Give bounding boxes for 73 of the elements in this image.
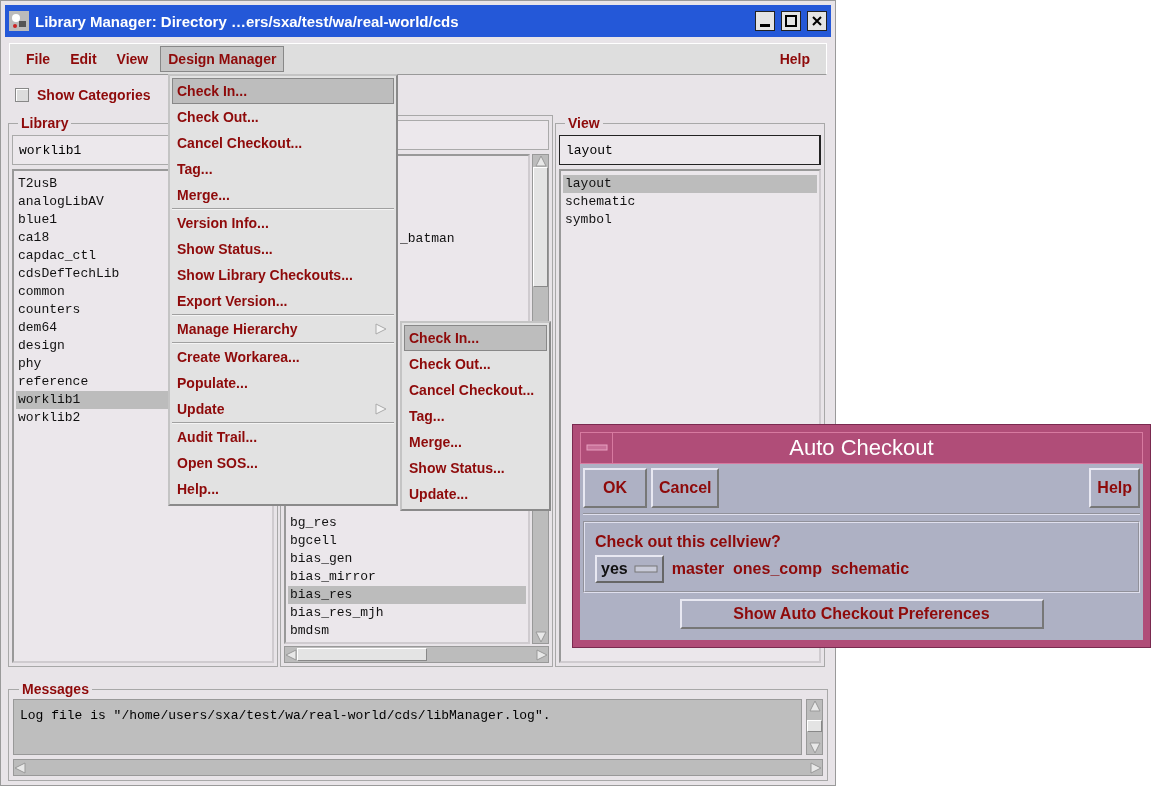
horizontal-scrollbar[interactable] — [13, 759, 823, 776]
horizontal-scrollbar[interactable] — [284, 646, 549, 663]
panel-title: View — [567, 115, 601, 131]
menu-title[interactable]: Help — [771, 46, 818, 72]
list-item[interactable]: bias_res_mjh — [288, 604, 526, 622]
panel-title: Messages — [21, 681, 90, 697]
dialog-title: Auto Checkout — [788, 435, 935, 461]
scroll-down-arrow-icon[interactable] — [534, 631, 547, 643]
list-item[interactable]: layout — [563, 175, 817, 193]
question-text: Check out this cellview? — [595, 533, 782, 551]
close-button[interactable] — [807, 11, 827, 31]
window-title: Library Manager: Directory …ers/sxa/test/wa/real-world/cds — [35, 12, 460, 30]
menu-item[interactable]: Show Library Checkouts... — [172, 262, 394, 288]
scroll-up-arrow-icon[interactable] — [534, 155, 547, 167]
preferences-button[interactable]: Show Auto Checkout Preferences — [679, 599, 1044, 629]
menu-item[interactable]: Check In... — [404, 325, 547, 351]
menu-item[interactable]: Check In... — [172, 78, 394, 104]
menu-title[interactable]: View — [108, 46, 157, 72]
bar-icon — [633, 565, 658, 573]
scrollbar-thumb[interactable] — [807, 720, 822, 732]
menu-item[interactable]: Merge... — [404, 429, 547, 455]
menu-title[interactable]: Design Manager — [160, 46, 285, 72]
scroll-up-arrow-icon[interactable] — [808, 700, 821, 712]
scroll-down-arrow-icon[interactable] — [808, 742, 821, 754]
maximize-button[interactable] — [781, 11, 801, 31]
choice-dropdown[interactable]: yes — [595, 555, 664, 583]
panel-title: Library — [20, 115, 70, 131]
list-item[interactable]: bias_gen — [288, 550, 526, 568]
menu-item[interactable]: Check Out... — [404, 351, 547, 377]
maximize-icon — [785, 15, 797, 27]
menu-item[interactable]: Export Version... — [172, 288, 394, 314]
list-item[interactable]: bias_res — [288, 586, 526, 604]
scrollbar-thumb[interactable] — [533, 167, 548, 287]
menu-title[interactable]: File — [18, 46, 59, 72]
list-item[interactable]: bmdsm — [288, 622, 526, 640]
list-item[interactable]: schematic — [563, 193, 817, 211]
bar-icon — [585, 444, 608, 452]
menu-title[interactable]: Edit — [62, 46, 105, 72]
scroll-left-arrow-icon[interactable] — [14, 761, 26, 774]
scroll-right-arrow-icon[interactable] — [536, 648, 548, 661]
message-text: Log file is "/home/users/sxa/test/wa/real-world/cds/libManager.log". — [13, 699, 802, 755]
menu-item[interactable]: Tag... — [404, 403, 547, 429]
checkbox[interactable] — [15, 88, 29, 102]
menu-item[interactable]: Manage Hierarchy — [172, 316, 394, 342]
scroll-left-arrow-icon[interactable] — [285, 648, 297, 661]
list-item[interactable]: bias_mirror — [288, 568, 526, 586]
dialog-button[interactable]: OK — [583, 468, 647, 508]
close-icon — [811, 15, 823, 27]
menu-item[interactable]: Create Workarea... — [172, 344, 394, 370]
list-item[interactable]: bg_res — [288, 514, 526, 532]
menu-item[interactable]: Help... — [172, 476, 394, 502]
menu-item[interactable]: Version Info... — [172, 210, 394, 236]
menu-item[interactable]: Update... — [404, 481, 547, 507]
scroll-right-arrow-icon[interactable] — [810, 761, 822, 774]
menu-item[interactable]: Check Out... — [172, 104, 394, 130]
scrollbar-thumb[interactable] — [297, 648, 427, 661]
help-button[interactable]: Help — [1089, 468, 1140, 508]
menu-item[interactable]: Show Status... — [404, 455, 547, 481]
checkbox-label: Show Categories — [37, 87, 151, 103]
minimize-icon — [760, 23, 770, 27]
cellview-text: master ones_comp schematic — [671, 560, 910, 578]
app-icon — [9, 11, 29, 31]
list-item[interactable]: symbol — [563, 211, 817, 229]
menu-item[interactable]: Open SOS... — [172, 450, 394, 476]
minimize-button[interactable] — [755, 11, 775, 31]
menu-item[interactable]: Merge... — [172, 182, 394, 208]
vertical-scrollbar[interactable] — [806, 699, 823, 755]
dialog-button[interactable]: Cancel — [651, 468, 720, 508]
list-item[interactable]: bgcell — [288, 532, 526, 550]
menu-item[interactable]: Audit Trail... — [172, 424, 394, 450]
menu-item[interactable]: Show Status... — [172, 236, 394, 262]
input-field[interactable]: layout — [559, 135, 821, 165]
menu-item[interactable]: Cancel Checkout... — [404, 377, 547, 403]
